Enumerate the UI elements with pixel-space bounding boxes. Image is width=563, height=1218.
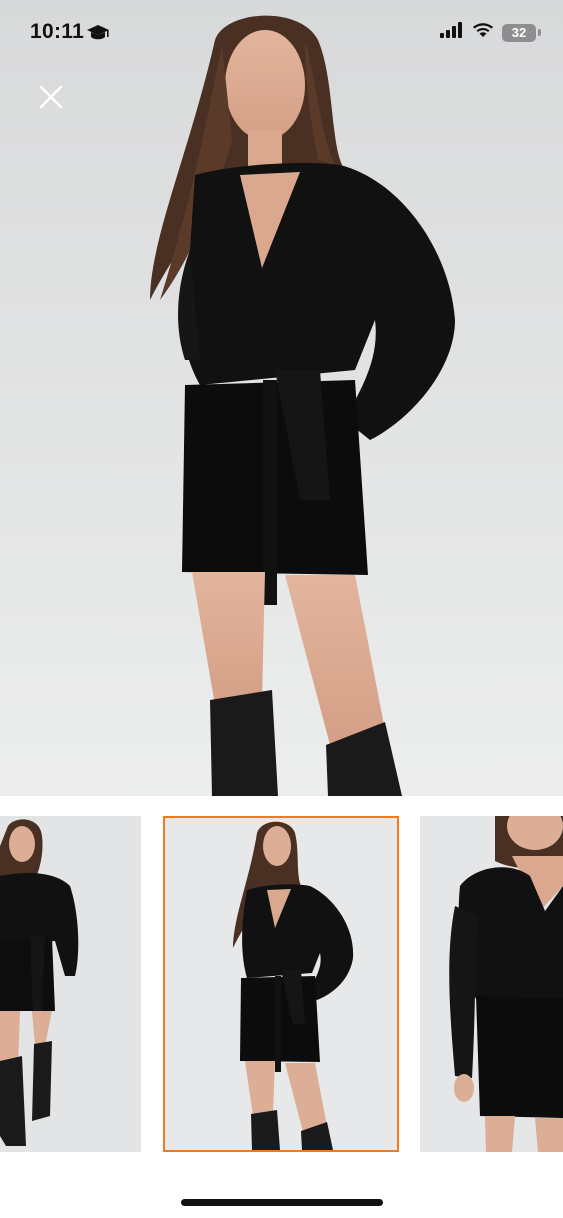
close-button[interactable] — [34, 80, 68, 114]
battery-icon: 32 — [502, 23, 536, 42]
product-thumbnail-2[interactable] — [163, 816, 399, 1152]
main-product-photo[interactable] — [0, 0, 563, 796]
thumbnail-2-image — [165, 818, 397, 1150]
status-bar: 10:11 32 — [0, 0, 563, 70]
education-cap-icon — [86, 24, 110, 49]
product-thumbnail-1[interactable] — [0, 816, 141, 1152]
product-thumbnail-3[interactable] — [420, 816, 563, 1152]
battery-tip — [538, 29, 541, 36]
model-photo-illustration — [0, 0, 563, 796]
thumbnail-strip — [0, 816, 563, 1152]
close-icon — [39, 85, 63, 109]
wifi-icon — [472, 22, 494, 43]
battery-level: 32 — [511, 25, 527, 40]
thumbnail-1-image — [0, 816, 141, 1152]
image-viewer-screen: 10:11 32 — [0, 0, 563, 1218]
status-icons: 32 — [440, 22, 541, 43]
home-indicator[interactable] — [181, 1199, 383, 1206]
cellular-signal-icon — [440, 22, 464, 43]
status-time: 10:11 — [30, 20, 85, 43]
thumbnail-3-image — [420, 816, 563, 1152]
